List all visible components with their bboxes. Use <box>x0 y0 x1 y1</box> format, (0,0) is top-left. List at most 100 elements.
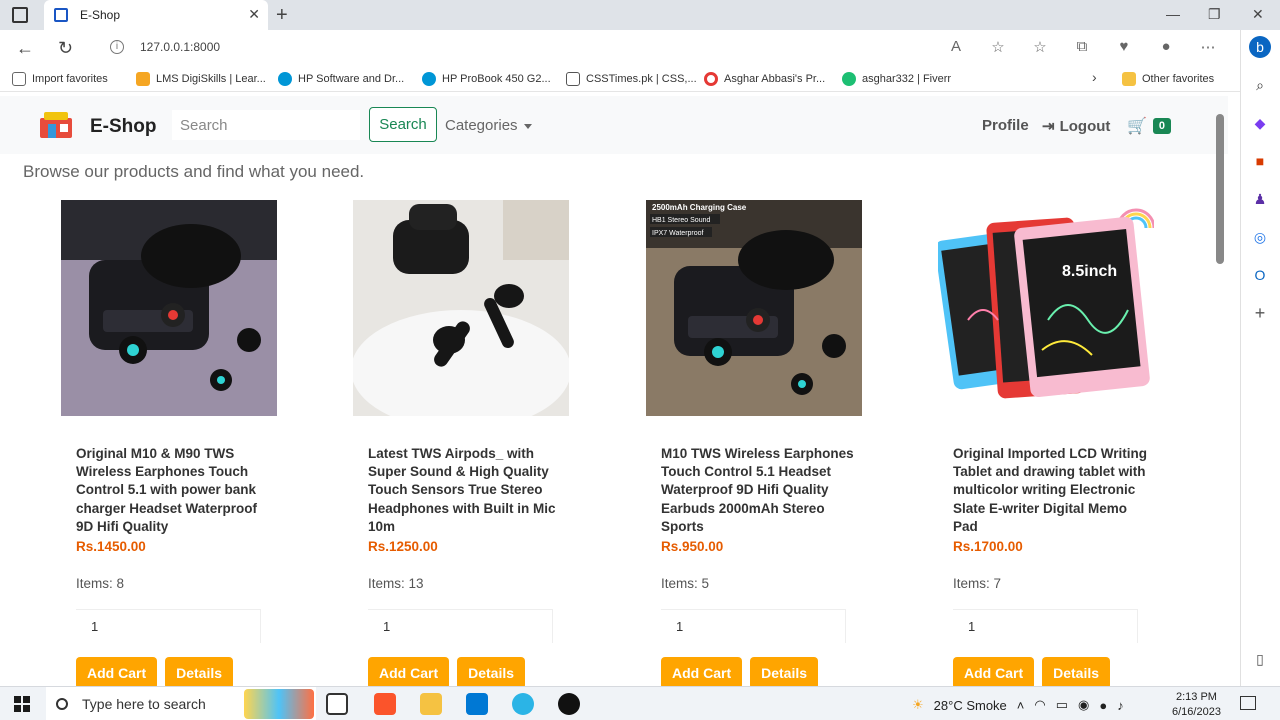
favorite-import[interactable]: Import favorites <box>12 72 108 86</box>
profile-link[interactable]: Profile <box>982 117 1029 134</box>
product-image[interactable]: 8.5inch <box>934 200 1156 416</box>
profile-avatar-icon[interactable]: ● <box>1156 38 1176 56</box>
close-tab-icon[interactable]: ✕ <box>248 6 260 23</box>
add-cart-button[interactable]: Add Cart <box>661 657 743 686</box>
app-icon[interactable] <box>558 693 580 715</box>
edge-browser-icon[interactable] <box>512 693 534 715</box>
tab-eshop[interactable]: E-Shop ✕ <box>44 0 268 30</box>
restore-icon[interactable]: ❐ <box>1208 6 1221 23</box>
product-image[interactable]: 2500mAh Charging Case HB1 Stereo Sound I… <box>646 200 862 416</box>
windows-start-icon[interactable] <box>14 696 30 712</box>
favorite-asghar[interactable]: Asghar Abbasi's Pr... <box>704 72 825 86</box>
search-icon[interactable]: ⌕ <box>1249 74 1271 96</box>
extensions-icon[interactable]: ♥ <box>1114 38 1134 56</box>
page-icon <box>566 72 580 86</box>
cart-icon: 🛒 <box>1127 118 1147 135</box>
logout-icon: ⇥ <box>1042 118 1055 135</box>
add-cart-button[interactable]: Add Cart <box>953 657 1035 686</box>
product-price: Rs.950.00 <box>661 539 724 554</box>
site-info-icon[interactable]: i <box>110 40 124 54</box>
quantity-input[interactable] <box>661 609 846 643</box>
logout-label: Logout <box>1059 117 1111 135</box>
tools-icon[interactable]: ■ <box>1249 150 1271 172</box>
details-button[interactable]: Details <box>1042 657 1111 686</box>
add-cart-button[interactable]: Add Cart <box>368 657 450 686</box>
quantity-input[interactable] <box>76 609 261 643</box>
wifi-icon[interactable]: ◉ <box>1078 697 1089 713</box>
product-image[interactable] <box>351 200 571 430</box>
chevron-up-icon[interactable]: ˄ <box>1017 698 1025 713</box>
image-caption: IPX7 Waterproof <box>652 230 704 237</box>
chevron-right-icon[interactable]: › <box>1092 69 1097 85</box>
games-icon[interactable]: ♟ <box>1249 188 1271 210</box>
search-button[interactable]: Search <box>369 107 437 142</box>
details-button[interactable]: Details <box>750 657 819 686</box>
outlook-icon[interactable]: O <box>1249 264 1271 286</box>
cart-link[interactable]: 🛒 0 <box>1127 116 1172 136</box>
search-input[interactable] <box>172 110 360 140</box>
url-field[interactable]: 127.0.0.1:8000 <box>140 40 220 54</box>
favorite-label: HP ProBook 450 G2... <box>442 73 551 85</box>
microphone-icon[interactable]: ● <box>1099 698 1107 713</box>
minimize-icon[interactable]: — <box>1166 6 1180 22</box>
new-tab-icon[interactable]: + <box>276 4 288 27</box>
page-scrollbar[interactable] <box>1216 114 1224 264</box>
battery-icon[interactable]: ▭ <box>1056 697 1068 713</box>
favorite-lms[interactable]: LMS DigiSkills | Lear... <box>136 72 266 86</box>
collections-icon[interactable]: ⧉ <box>1072 38 1092 56</box>
taskbar-search-placeholder: Type here to search <box>82 696 206 712</box>
page-content: E-Shop Search Categories Profile ⇥Logout… <box>0 96 1228 686</box>
network-icon[interactable]: ◠ <box>1034 697 1045 713</box>
favorite-hp-probook[interactable]: HP ProBook 450 G2... <box>422 72 551 86</box>
product-price: Rs.1250.00 <box>368 539 438 554</box>
shop-logo-icon[interactable] <box>36 108 76 140</box>
favorites-bar: Import favorites LMS DigiSkills | Lear..… <box>0 66 1240 92</box>
bing-icon[interactable]: b <box>1249 36 1271 58</box>
more-menu-icon[interactable]: ⋯ <box>1198 38 1218 56</box>
shopping-icon[interactable]: ◆ <box>1249 112 1271 134</box>
logout-link[interactable]: ⇥ Logout <box>1042 117 1111 136</box>
weather-text[interactable]: 28°C Smoke <box>934 698 1007 713</box>
details-button[interactable]: Details <box>165 657 234 686</box>
quantity-input[interactable] <box>953 609 1138 643</box>
panel-toggle-icon[interactable]: ▯ <box>1249 648 1271 670</box>
product-card: Original M10 & M90 TWS Wireless Earphone… <box>61 200 277 686</box>
categories-dropdown[interactable]: Categories <box>445 117 532 134</box>
other-favorites[interactable]: Other favorites <box>1122 72 1214 86</box>
product-title: Latest TWS Airpods_ with Super Sound & H… <box>368 446 556 534</box>
reload-icon[interactable]: ↻ <box>58 38 73 59</box>
office-icon[interactable]: ◎ <box>1249 226 1271 248</box>
file-explorer-icon[interactable] <box>420 693 442 715</box>
favorite-csstimes[interactable]: CSSTimes.pk | CSS,... <box>566 72 697 86</box>
details-button[interactable]: Details <box>457 657 526 686</box>
volume-icon[interactable]: ♪ <box>1117 698 1124 713</box>
notifications-icon[interactable] <box>1240 696 1256 710</box>
task-view-icon[interactable] <box>326 693 348 715</box>
add-cart-button[interactable]: Add Cart <box>76 657 158 686</box>
favorites-icon[interactable]: ☆ <box>1030 38 1050 56</box>
add-icon[interactable]: + <box>1249 302 1271 324</box>
quantity-input[interactable] <box>368 609 553 643</box>
fiverr-icon <box>842 72 856 86</box>
tab-actions-icon[interactable] <box>12 7 28 23</box>
brave-browser-icon[interactable] <box>374 693 396 715</box>
chrome-icon <box>704 72 718 86</box>
window-close-icon[interactable]: ✕ <box>1252 6 1264 23</box>
product-price: Rs.1450.00 <box>76 539 146 554</box>
search-highlight-image <box>244 689 314 719</box>
read-aloud-icon[interactable]: A <box>946 38 966 56</box>
product-stock: Items: 7 <box>953 576 1002 591</box>
taskbar-search[interactable]: Type here to search <box>46 687 316 720</box>
taskbar-clock[interactable]: 2:13 PM 6/16/2023 <box>1172 690 1221 720</box>
caret-down-icon <box>523 123 532 129</box>
back-icon[interactable]: ← <box>16 38 34 59</box>
tab-strip: E-Shop ✕ + — ❐ ✕ <box>0 0 1280 30</box>
vscode-icon[interactable] <box>466 693 488 715</box>
hp-icon <box>422 72 436 86</box>
product-image[interactable] <box>61 200 277 416</box>
product-title: Original Imported LCD Writing Tablet and… <box>953 446 1147 534</box>
brand-name[interactable]: E-Shop <box>90 116 157 138</box>
favorite-fiverr[interactable]: asghar332 | Fiverr <box>842 72 951 86</box>
favorite-star-icon[interactable]: ☆ <box>988 38 1008 56</box>
favorite-hp-software[interactable]: HP Software and Dr... <box>278 72 404 86</box>
